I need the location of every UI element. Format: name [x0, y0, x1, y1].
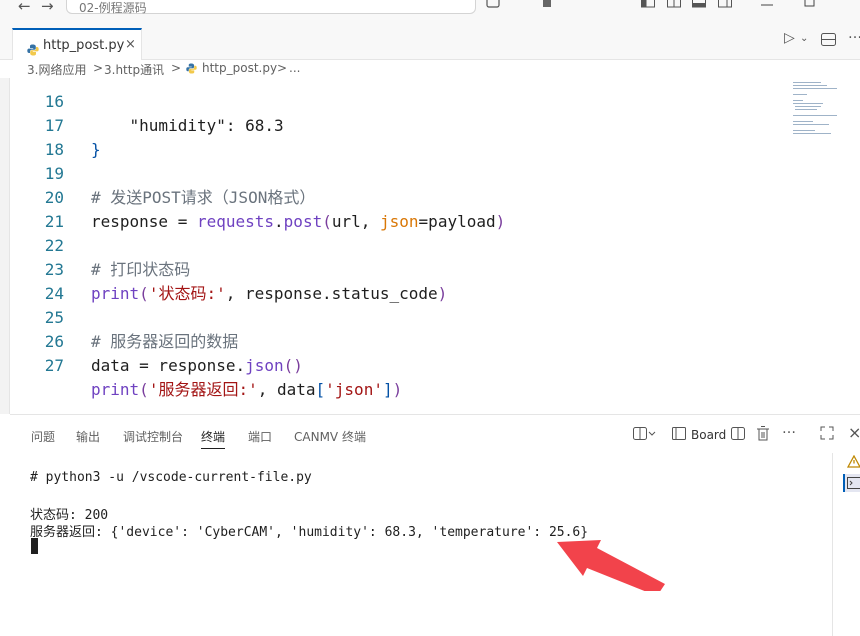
arrow-left-icon[interactable]: ←: [18, 0, 31, 14]
more-actions-icon[interactable]: …: [782, 421, 796, 437]
code-token: ]: [382, 380, 393, 399]
tab-problems[interactable]: 问题: [31, 428, 55, 445]
code-token: 'json': [325, 380, 383, 399]
minimize-icon[interactable]: [760, 0, 774, 9]
command-center[interactable]: 02-例程源码: [66, 0, 476, 14]
command-center-text: 02-例程源码: [79, 1, 147, 14]
tab-http-post[interactable]: http_post.py ×: [12, 28, 142, 60]
python-file-icon: [186, 63, 197, 77]
warning-icon[interactable]: [846, 453, 860, 472]
editor-tab-strip: http_post.py × ▷ ⌄ …: [0, 14, 860, 60]
minimap[interactable]: [793, 80, 853, 140]
run-dropdown-chevron-icon[interactable]: ⌄: [800, 33, 808, 44]
split-terminal-icon[interactable]: [731, 427, 745, 445]
breadcrumb-item[interactable]: 3.http通讯: [104, 61, 164, 78]
tab-label: http_post.py: [43, 38, 125, 53]
breadcrumb-item[interactable]: http_post.py: [202, 61, 277, 75]
toggle-panel-icon[interactable]: [692, 0, 706, 9]
code-line: 16 "humidity": 68.3: [10, 78, 790, 135]
more-actions-icon[interactable]: …: [848, 26, 860, 42]
breadcrumb-separator: >: [277, 61, 288, 75]
customize-layout-icon[interactable]: [667, 0, 681, 9]
split-editor-icon[interactable]: [821, 33, 836, 50]
tab-terminal[interactable]: 终端: [201, 428, 226, 449]
code-line: 23 print('状态码:', response.status_code): [10, 234, 790, 303]
code-token: [: [315, 380, 326, 399]
code-text: print('服务器返回:', data['json']): [91, 378, 402, 402]
terminal-command: # python3 -u /vscode-current-file.py: [30, 470, 312, 485]
tab-ports[interactable]: 端口: [248, 428, 272, 445]
code-line: 20 response = requests.post(url, json=pa…: [10, 162, 790, 231]
code-token: ): [392, 380, 403, 399]
terminal-layout-icon[interactable]: [633, 427, 657, 445]
code-token: , data: [257, 380, 316, 399]
title-bar: ← → 02-例程源码: [0, 0, 860, 14]
terminal-output-response: 服务器返回: {'device': 'CyberCAM', 'humidity'…: [30, 525, 589, 540]
code-line: 25 # 服务器返回的数据: [10, 282, 790, 351]
breadcrumb-separator: >: [171, 61, 182, 75]
close-panel-icon[interactable]: ×: [848, 423, 860, 442]
code-text: data = response.json(): [91, 354, 303, 378]
toggle-primary-sidebar-icon[interactable]: [641, 0, 655, 9]
code-token: (: [283, 356, 294, 375]
code-token: print: [91, 380, 140, 399]
code-line: 21: [10, 186, 790, 231]
code-line: 17 }: [10, 90, 790, 159]
code-token: data: [91, 356, 130, 375]
code-editor[interactable]: 16 "humidity": 68.3 17 } 18 19 # 发送POST请…: [10, 78, 860, 414]
board-icon[interactable]: [672, 427, 686, 445]
toggle-secondary-sidebar-icon[interactable]: [718, 0, 732, 9]
terminal-instance-icon[interactable]: [843, 474, 860, 492]
code-token: '服务器返回:': [148, 380, 258, 399]
maximize-icon[interactable]: [803, 0, 817, 9]
code-token: ): [293, 356, 303, 375]
copilot-icon[interactable]: [486, 0, 500, 9]
trash-icon[interactable]: [756, 426, 770, 445]
code-token: = response.: [129, 356, 246, 375]
tab-debug-console[interactable]: 调试控制台: [123, 428, 183, 445]
line-number: 27: [44, 356, 64, 375]
breadcrumb-separator: >: [93, 61, 104, 75]
code-line: 19 # 发送POST请求（JSON格式）: [10, 138, 790, 207]
arrow-right-icon[interactable]: →: [41, 0, 54, 14]
python-file-icon: [27, 41, 39, 60]
maximize-panel-icon[interactable]: [820, 426, 834, 444]
terminal-list: [832, 453, 860, 636]
tab-output[interactable]: 输出: [76, 428, 100, 445]
board-label[interactable]: Board: [691, 428, 726, 442]
activity-edge: [0, 78, 10, 414]
bottom-panel: 问题 输出 调试控制台 终端 端口 CANMV 终端 Board … × # p…: [10, 414, 860, 636]
terminal-cursor: [31, 538, 38, 554]
extension-icon[interactable]: [540, 0, 554, 9]
code-line: 24: [10, 258, 790, 303]
code-line: 27 print('服务器返回:', data['json']): [10, 330, 790, 399]
close-tab-icon[interactable]: ×: [125, 37, 136, 52]
breadcrumb: 3.网络应用 > 3.http通讯 > http_post.py > ...: [0, 60, 860, 78]
code-line: 18: [10, 114, 790, 159]
tab-canmv-terminal[interactable]: CANMV 终端: [294, 428, 366, 445]
code-line: 26 data = response.json(): [10, 306, 790, 375]
breadcrumb-item[interactable]: ...: [289, 61, 300, 75]
code-line: 22 # 打印状态码: [10, 210, 790, 279]
breadcrumb-item[interactable]: 3.网络应用: [27, 61, 86, 78]
red-arrow-annotation: [557, 540, 665, 591]
run-python-file-icon[interactable]: ▷: [784, 30, 795, 46]
code-token: json: [245, 356, 284, 375]
code-token: (: [139, 380, 149, 399]
